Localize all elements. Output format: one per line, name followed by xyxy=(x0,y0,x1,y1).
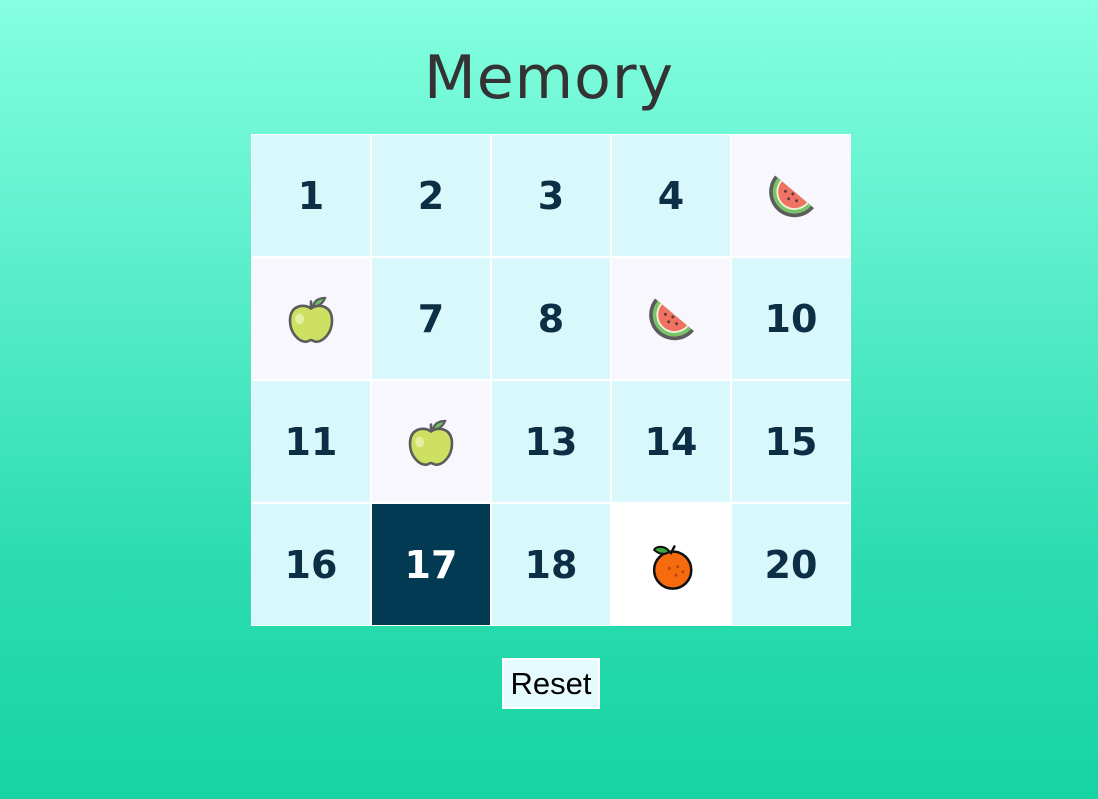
memory-card[interactable]: 4 xyxy=(611,134,731,257)
reset-button[interactable]: Reset xyxy=(502,658,600,709)
memory-card[interactable]: 18 xyxy=(491,503,611,626)
memory-card[interactable] xyxy=(251,257,371,380)
apple-icon xyxy=(403,413,459,471)
memory-card[interactable]: 15 xyxy=(731,380,851,503)
memory-card[interactable]: 17 xyxy=(371,503,491,626)
memory-board: 1 2 3 4 7 8 10 11 13 14 15 16 17 18 20 xyxy=(251,134,851,626)
memory-card[interactable]: 7 xyxy=(371,257,491,380)
memory-card[interactable] xyxy=(611,503,731,626)
memory-card[interactable]: 2 xyxy=(371,134,491,257)
memory-card[interactable] xyxy=(371,380,491,503)
memory-card[interactable]: 16 xyxy=(251,503,371,626)
game-title: Memory xyxy=(423,43,674,113)
memory-card[interactable] xyxy=(731,134,851,257)
memory-card[interactable]: 14 xyxy=(611,380,731,503)
orange-icon xyxy=(644,536,698,594)
apple-icon xyxy=(283,290,339,348)
memory-card[interactable]: 1 xyxy=(251,134,371,257)
memory-card[interactable]: 8 xyxy=(491,257,611,380)
watermelon-icon xyxy=(762,167,820,225)
memory-card[interactable]: 13 xyxy=(491,380,611,503)
watermelon-icon xyxy=(642,290,700,348)
memory-card[interactable] xyxy=(611,257,731,380)
memory-card[interactable]: 3 xyxy=(491,134,611,257)
memory-card[interactable]: 11 xyxy=(251,380,371,503)
memory-card[interactable]: 20 xyxy=(731,503,851,626)
memory-card[interactable]: 10 xyxy=(731,257,851,380)
